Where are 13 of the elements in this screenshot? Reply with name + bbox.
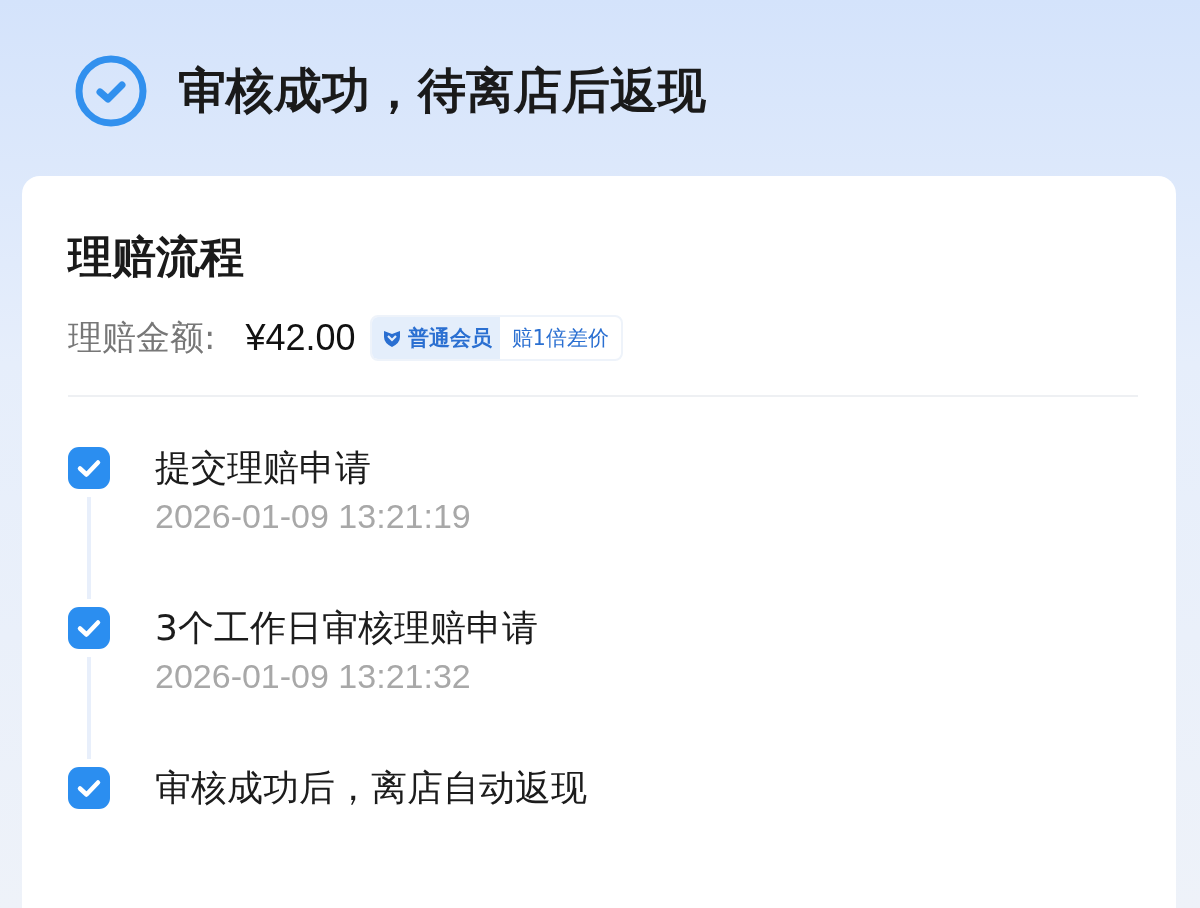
step-title: 3个工作日审核理赔申请 [155, 607, 538, 649]
step-time: 2026-01-09 13:21:32 [155, 657, 472, 696]
member-level: 普通会员 [407, 325, 492, 352]
benefit-text: 赔1倍差价 [510, 325, 610, 352]
status-title: 审核成功，待离店后返现 [178, 61, 706, 120]
section-title: 理赔流程 [68, 230, 245, 284]
step-time: 2026-01-09 13:21:19 [155, 497, 471, 536]
success-check-icon [74, 54, 148, 128]
amount-label: 理赔金额: [68, 316, 216, 359]
step-title: 审核成功后，离店自动返现 [155, 767, 587, 809]
claim-amount: ¥42.00 [245, 317, 356, 359]
shield-icon [381, 328, 402, 348]
step-title: 提交理赔申请 [155, 447, 372, 489]
